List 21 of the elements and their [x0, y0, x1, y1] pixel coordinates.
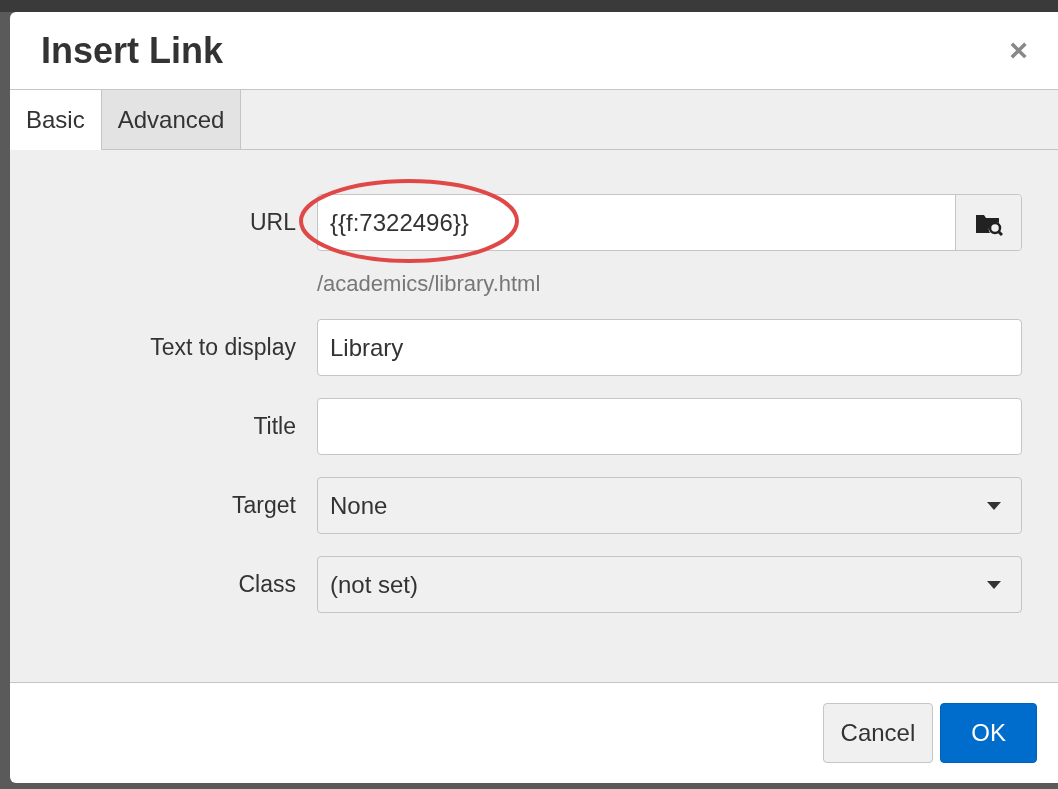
- field-label: Text to display: [149, 334, 296, 361]
- url-field[interactable]: {{f:7322496}}: [317, 194, 1022, 251]
- ok-button[interactable]: OK: [940, 703, 1037, 763]
- browse-button[interactable]: [955, 195, 1021, 250]
- url-hint: /academics/library.html: [317, 271, 542, 297]
- field-label: Class: [237, 571, 296, 598]
- dialog-title: Insert Link: [41, 29, 224, 72]
- text-field[interactable]: [317, 398, 1022, 455]
- url-value: {{f:7322496}}: [329, 207, 470, 238]
- tab[interactable]: Basic: [10, 90, 102, 150]
- tab[interactable]: Advanced: [101, 90, 242, 149]
- select-field[interactable]: None: [317, 477, 1022, 534]
- cancel-button[interactable]: Cancel: [822, 703, 934, 763]
- caret-icon: [987, 580, 1001, 589]
- select-field[interactable]: (not set): [317, 556, 1022, 613]
- caret-icon: [987, 501, 1001, 510]
- field-label: Title: [252, 413, 296, 440]
- field-label: Target: [231, 492, 296, 519]
- text-field[interactable]: Library: [317, 319, 1022, 376]
- field-label: URL: [249, 209, 296, 236]
- close-button[interactable]: ×: [1009, 32, 1028, 69]
